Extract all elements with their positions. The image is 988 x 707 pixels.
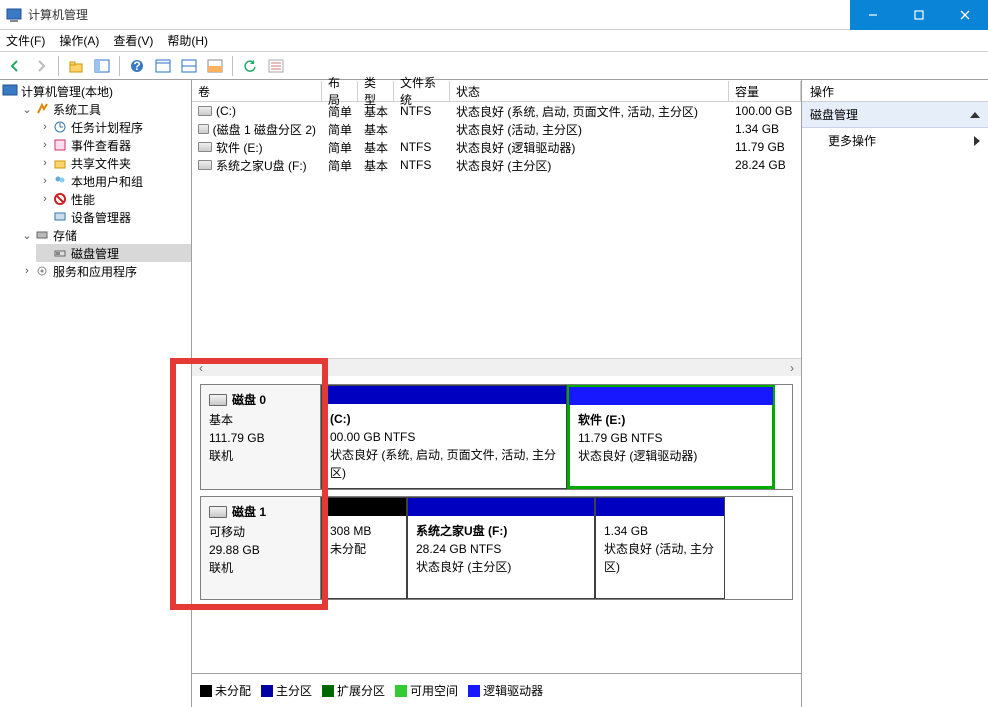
partition-bar (569, 387, 773, 405)
disk-0: 磁盘 0基本111.79 GB联机(C:)00.00 GB NTFS状态良好 (… (200, 384, 793, 490)
close-button[interactable] (942, 0, 988, 30)
partition[interactable]: 308 MB未分配 (321, 497, 407, 599)
main-area: 计算机管理(本地) ⌄系统工具 ›任务计划程序 ›事件查看器 ›共享文件夹 ›本… (0, 80, 988, 707)
toolbar: ? (0, 52, 988, 80)
partition-bar (408, 498, 594, 516)
help-button[interactable]: ? (126, 55, 148, 77)
disk-info[interactable]: 磁盘 0基本111.79 GB联机 (201, 385, 321, 489)
tree-disk-management[interactable]: 磁盘管理 (36, 244, 191, 262)
tree-root-label: 计算机管理(本地) (21, 83, 113, 100)
partition-bar (322, 498, 406, 516)
up-button[interactable] (65, 55, 87, 77)
actions-pane: 操作 磁盘管理 更多操作 (802, 80, 988, 707)
col-filesystem[interactable]: 文件系统 (394, 81, 450, 101)
tree-local-users[interactable]: ›本地用户和组 (36, 172, 191, 190)
volume-list: 卷 布局 类型 文件系统 状态 容量 (C:)简单基本NTFS状态良好 (系统,… (192, 80, 801, 376)
col-status[interactable]: 状态 (450, 81, 729, 101)
menu-view[interactable]: 查看(V) (113, 32, 153, 49)
disk-info[interactable]: 磁盘 1可移动29.88 GB联机 (201, 497, 321, 599)
tree-services[interactable]: ›服务和应用程序 (18, 262, 191, 280)
tree-pane: 计算机管理(本地) ⌄系统工具 ›任务计划程序 ›事件查看器 ›共享文件夹 ›本… (0, 80, 192, 707)
volume-hscrollbar[interactable]: ‹ › (192, 358, 801, 376)
center-pane: 卷 布局 类型 文件系统 状态 容量 (C:)简单基本NTFS状态良好 (系统,… (192, 80, 802, 707)
forward-button[interactable] (30, 55, 52, 77)
titlebar: 计算机管理 (0, 0, 988, 30)
scroll-right-icon[interactable]: › (783, 359, 801, 377)
disk-map: 磁盘 0基本111.79 GB联机(C:)00.00 GB NTFS状态良好 (… (192, 376, 801, 707)
partition[interactable]: 系统之家U盘 (F:)28.24 GB NTFS状态良好 (主分区) (407, 497, 595, 599)
legend-swatch-extended (322, 685, 334, 697)
disk-1: 磁盘 1可移动29.88 GB联机308 MB未分配系统之家U盘 (F:)28.… (200, 496, 793, 600)
volume-icon (198, 124, 209, 134)
actions-header: 操作 (802, 80, 988, 102)
legend-swatch-free (395, 685, 407, 697)
collapse-icon (970, 112, 980, 118)
tree-system-tools[interactable]: ⌄系统工具 (18, 100, 191, 118)
back-button[interactable] (4, 55, 26, 77)
volume-row[interactable]: 软件 (E:)简单基本NTFS状态良好 (逻辑驱动器)11.79 GB (192, 138, 801, 156)
tree-performance[interactable]: ›性能 (36, 190, 191, 208)
actions-group[interactable]: 磁盘管理 (802, 102, 988, 128)
volume-row[interactable]: 系统之家U盘 (F:)简单基本NTFS状态良好 (主分区)28.24 GB (192, 156, 801, 174)
partition-bar (322, 386, 566, 404)
scroll-left-icon[interactable]: ‹ (192, 359, 210, 377)
legend-swatch-primary (261, 685, 273, 697)
properties-button[interactable] (152, 55, 174, 77)
menu-file[interactable]: 文件(F) (6, 32, 45, 49)
tree-storage[interactable]: ⌄存储 (18, 226, 191, 244)
legend-swatch-logical (468, 685, 480, 697)
partition[interactable]: 软件 (E:)11.79 GB NTFS状态良好 (逻辑驱动器) (567, 385, 775, 489)
partition[interactable]: 1.34 GB状态良好 (活动, 主分区) (595, 497, 725, 599)
tree-device-manager[interactable]: 设备管理器 (36, 208, 191, 226)
volume-row[interactable]: (磁盘 1 磁盘分区 2)简单基本状态良好 (活动, 主分区)1.34 GB (192, 120, 801, 138)
view-top-button[interactable] (178, 55, 200, 77)
legend: 未分配 主分区 扩展分区 可用空间 逻辑驱动器 (192, 673, 801, 707)
disk-icon (209, 506, 227, 518)
window-title: 计算机管理 (28, 6, 88, 23)
refresh-button[interactable] (239, 55, 261, 77)
submenu-icon (974, 136, 980, 146)
tree-root[interactable]: 计算机管理(本地) (0, 82, 191, 100)
volume-icon (198, 142, 212, 152)
svg-text:?: ? (133, 59, 140, 73)
tree-shared-folders[interactable]: ›共享文件夹 (36, 154, 191, 172)
partition-bar (596, 498, 724, 516)
minimize-button[interactable] (850, 0, 896, 30)
volume-icon (198, 106, 212, 116)
volume-icon (198, 160, 212, 170)
tree-task-scheduler[interactable]: ›任务计划程序 (36, 118, 191, 136)
col-volume[interactable]: 卷 (192, 81, 322, 101)
legend-swatch-unallocated (200, 685, 212, 697)
app-icon (6, 7, 22, 23)
menu-help[interactable]: 帮助(H) (167, 32, 208, 49)
menubar: 文件(F) 操作(A) 查看(V) 帮助(H) (0, 30, 988, 52)
tree-event-viewer[interactable]: ›事件查看器 (36, 136, 191, 154)
volume-row[interactable]: (C:)简单基本NTFS状态良好 (系统, 启动, 页面文件, 活动, 主分区)… (192, 102, 801, 120)
col-capacity[interactable]: 容量 (729, 81, 801, 101)
col-type[interactable]: 类型 (358, 81, 394, 101)
col-layout[interactable]: 布局 (322, 81, 358, 101)
list-settings-button[interactable] (265, 55, 287, 77)
disk-icon (209, 394, 227, 406)
show-hide-tree-button[interactable] (91, 55, 113, 77)
menu-action[interactable]: 操作(A) (59, 32, 99, 49)
actions-more[interactable]: 更多操作 (802, 128, 988, 153)
volume-header-row: 卷 布局 类型 文件系统 状态 容量 (192, 80, 801, 102)
view-bottom-button[interactable] (204, 55, 226, 77)
partition[interactable]: (C:)00.00 GB NTFS状态良好 (系统, 启动, 页面文件, 活动,… (321, 385, 567, 489)
maximize-button[interactable] (896, 0, 942, 30)
